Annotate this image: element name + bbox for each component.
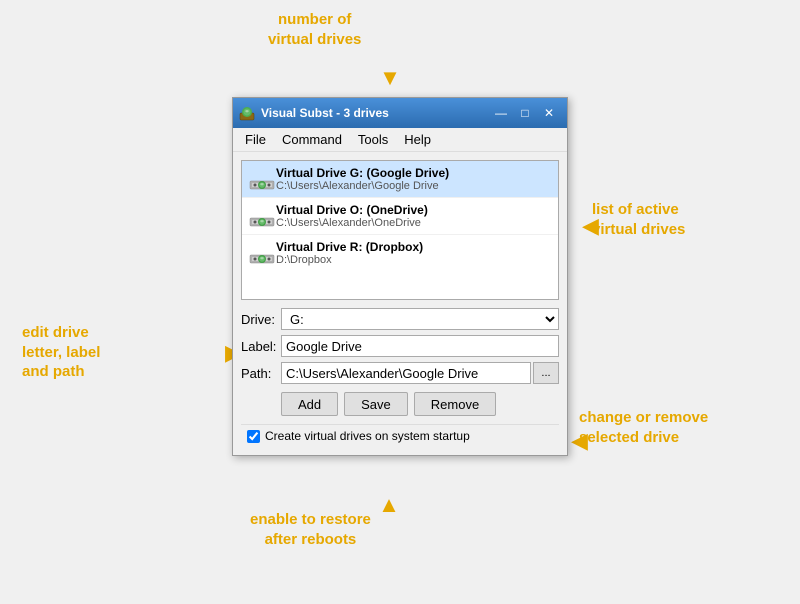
drive-path-dropbox: D:\Dropbox (276, 254, 423, 266)
arrow-num-drives: ▼ (379, 65, 401, 91)
menu-help[interactable]: Help (396, 130, 439, 149)
browse-button[interactable]: ... (533, 362, 559, 384)
drive-select[interactable]: G: O: R: (281, 308, 559, 330)
minimize-button[interactable]: — (489, 103, 513, 123)
remove-button[interactable]: Remove (414, 392, 496, 416)
path-field-row: Path: ... (241, 362, 559, 384)
annotation-edit-drive: edit drive letter, label and path (22, 323, 100, 382)
save-button[interactable]: Save (344, 392, 408, 416)
drive-icon-dropbox (248, 241, 276, 265)
startup-label: Create virtual drives on system startup (265, 429, 470, 443)
drive-name-dropbox: Virtual Drive R: (Dropbox) (276, 240, 423, 254)
menu-file[interactable]: File (237, 130, 274, 149)
annotation-change-remove: change or remove selected drive (579, 408, 708, 447)
label-input[interactable] (281, 335, 559, 357)
label-label: Label: (241, 339, 281, 354)
action-buttons: Add Save Remove (241, 392, 559, 416)
maximize-button[interactable]: □ (513, 103, 537, 123)
window-title: Visual Subst - 3 drives (261, 106, 489, 120)
arrow-change-remove: ◀ (571, 428, 588, 454)
drive-path-google: C:\Users\Alexander\Google Drive (276, 180, 449, 192)
window-content: Virtual Drive G: (Google Drive) C:\Users… (233, 152, 567, 455)
annotation-list-drives: list of active virtual drives (592, 200, 685, 239)
drive-name-onedrive: Virtual Drive O: (OneDrive) (276, 203, 428, 217)
drive-info-dropbox: Virtual Drive R: (Dropbox) D:\Dropbox (276, 240, 423, 266)
arrow-enable-restore: ▲ (378, 492, 400, 518)
startup-checkbox-row: Create virtual drives on system startup (241, 424, 559, 447)
drive-icon-onedrive (248, 204, 276, 228)
drive-item-google[interactable]: Virtual Drive G: (Google Drive) C:\Users… (242, 161, 558, 198)
menu-tools[interactable]: Tools (350, 130, 396, 149)
drive-icon-google (248, 167, 276, 191)
annotation-num-drives: number of virtual drives (268, 10, 361, 49)
add-button[interactable]: Add (281, 392, 338, 416)
drive-label: Drive: (241, 312, 281, 327)
drive-item-dropbox[interactable]: Virtual Drive R: (Dropbox) D:\Dropbox (242, 235, 558, 271)
menu-command[interactable]: Command (274, 130, 350, 149)
close-button[interactable]: ✕ (537, 103, 561, 123)
drive-path-onedrive: C:\Users\Alexander\OneDrive (276, 217, 428, 229)
drive-info-onedrive: Virtual Drive O: (OneDrive) C:\Users\Ale… (276, 203, 428, 229)
drive-name-google: Virtual Drive G: (Google Drive) (276, 166, 449, 180)
annotation-enable-restore: enable to restore after reboots (250, 510, 371, 549)
label-field-row: Label: (241, 335, 559, 357)
drive-list[interactable]: Virtual Drive G: (Google Drive) C:\Users… (241, 160, 559, 300)
menu-bar: File Command Tools Help (233, 128, 567, 152)
arrow-list-drives: ◀ (582, 213, 599, 239)
main-window: Visual Subst - 3 drives — □ ✕ File Comma… (232, 97, 568, 456)
path-label: Path: (241, 366, 281, 381)
path-input[interactable] (281, 362, 531, 384)
drive-info-google: Virtual Drive G: (Google Drive) C:\Users… (276, 166, 449, 192)
title-bar: Visual Subst - 3 drives — □ ✕ (233, 98, 567, 128)
startup-checkbox[interactable] (247, 430, 260, 443)
app-icon (239, 105, 255, 121)
drive-item-onedrive[interactable]: Virtual Drive O: (OneDrive) C:\Users\Ale… (242, 198, 558, 235)
drive-field-row: Drive: G: O: R: (241, 308, 559, 330)
